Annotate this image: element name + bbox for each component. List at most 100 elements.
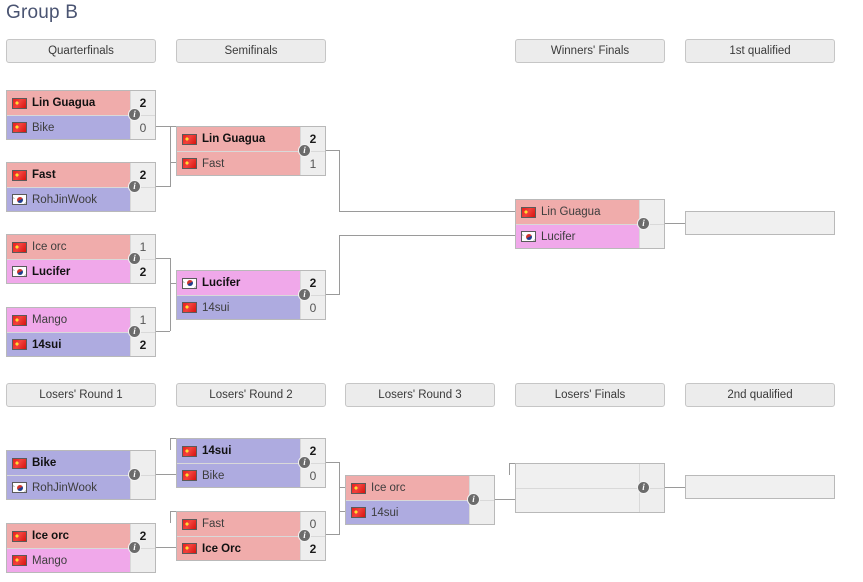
team-name: Bike bbox=[202, 469, 225, 482]
team-name-cell: Bike bbox=[177, 464, 300, 487]
match-info-icon[interactable]: i bbox=[637, 481, 650, 494]
round-header-losers-round-1[interactable]: Losers' Round 1 bbox=[6, 383, 156, 407]
connector bbox=[665, 223, 685, 224]
slot-1st-qualified[interactable] bbox=[685, 211, 835, 235]
connector bbox=[339, 235, 340, 295]
team-name: Lucifer bbox=[32, 265, 71, 278]
match-row-top[interactable] bbox=[686, 212, 834, 234]
match-info-icon[interactable]: i bbox=[298, 456, 311, 469]
flag-cn-icon bbox=[182, 158, 197, 169]
bracket-page: Group B Quarterfinals Semifinals Winners… bbox=[0, 0, 863, 582]
team-name-cell: Lucifer bbox=[177, 271, 300, 295]
round-header-losers-finals[interactable]: Losers' Finals bbox=[515, 383, 665, 407]
flag-cn-icon bbox=[12, 530, 27, 542]
team-name-cell: Fast bbox=[177, 152, 300, 175]
flag-cn-icon bbox=[521, 206, 536, 218]
connector bbox=[156, 258, 170, 259]
connector bbox=[156, 547, 176, 548]
match-info-icon[interactable]: i bbox=[298, 529, 311, 542]
round-header-label: Losers' Round 3 bbox=[378, 389, 462, 401]
flag-cn-icon bbox=[12, 457, 27, 469]
flag-kr-icon bbox=[182, 277, 197, 289]
team-name: Ice orc bbox=[32, 530, 70, 542]
team-name-cell: Lucifer bbox=[7, 260, 130, 283]
round-header-label: 1st qualified bbox=[729, 45, 791, 57]
team-name-cell bbox=[686, 212, 834, 234]
team-name-cell: 14sui bbox=[177, 296, 300, 319]
flag-cn-icon bbox=[12, 241, 27, 253]
team-name: Fast bbox=[202, 157, 225, 170]
match-row-top[interactable] bbox=[686, 476, 834, 498]
team-name: Bike bbox=[32, 121, 55, 134]
round-header-losers-round-3[interactable]: Losers' Round 3 bbox=[345, 383, 495, 407]
flag-kr-icon bbox=[12, 194, 27, 205]
team-name-cell: 14sui bbox=[177, 439, 300, 463]
flag-kr-icon bbox=[12, 266, 27, 277]
team-name-cell: Fast bbox=[177, 512, 300, 536]
connector bbox=[339, 487, 340, 534]
slot-2nd-qualified[interactable] bbox=[685, 475, 835, 499]
team-name: 14sui bbox=[202, 445, 232, 457]
match-info-icon[interactable]: i bbox=[128, 541, 141, 554]
match-info-icon[interactable]: i bbox=[128, 325, 141, 338]
team-name: RohJinWook bbox=[32, 193, 97, 206]
connector bbox=[339, 211, 515, 212]
flag-cn-icon bbox=[182, 133, 197, 145]
team-name: 14sui bbox=[202, 301, 230, 314]
round-header-semifinals[interactable]: Semifinals bbox=[176, 39, 326, 63]
round-header-label: Semifinals bbox=[224, 45, 278, 57]
team-name: Lucifer bbox=[541, 230, 576, 243]
flag-cn-icon bbox=[351, 482, 366, 494]
team-name: Ice orc bbox=[32, 241, 67, 253]
team-name: Fast bbox=[32, 169, 56, 181]
flag-cn-icon bbox=[182, 302, 197, 313]
match-info-icon[interactable]: i bbox=[128, 468, 141, 481]
flag-kr-icon bbox=[521, 231, 536, 242]
round-header-label: Losers' Finals bbox=[554, 389, 626, 401]
flag-kr-icon bbox=[12, 482, 27, 493]
connector bbox=[170, 438, 171, 450]
match-info-icon[interactable]: i bbox=[128, 180, 141, 193]
team-name: Lucifer bbox=[202, 277, 241, 289]
match-info-icon[interactable]: i bbox=[467, 493, 480, 506]
flag-cn-icon bbox=[12, 122, 27, 133]
connector bbox=[156, 331, 170, 332]
team-name-cell: RohJinWook bbox=[7, 188, 130, 211]
round-header-label: Winners' Finals bbox=[550, 45, 630, 57]
flag-cn-icon bbox=[351, 507, 366, 518]
match-info-icon[interactable]: i bbox=[637, 217, 650, 230]
connector bbox=[156, 186, 170, 187]
connector bbox=[326, 294, 340, 295]
connector bbox=[326, 462, 340, 463]
connector bbox=[170, 511, 171, 523]
match-info-icon[interactable]: i bbox=[128, 252, 141, 265]
team-name-cell: RohJinWook bbox=[7, 476, 130, 499]
team-name-cell: Ice orc bbox=[7, 524, 130, 548]
round-header-1st-qualified[interactable]: 1st qualified bbox=[685, 39, 835, 63]
team-name-cell: Lin Guagua bbox=[7, 91, 130, 115]
round-header-2nd-qualified[interactable]: 2nd qualified bbox=[685, 383, 835, 407]
flag-cn-icon bbox=[12, 169, 27, 181]
connector bbox=[339, 150, 340, 211]
team-name: Mango bbox=[32, 314, 68, 326]
team-name: 14sui bbox=[32, 338, 62, 351]
flag-cn-icon bbox=[182, 470, 197, 481]
round-header-winners-finals[interactable]: Winners' Finals bbox=[515, 39, 665, 63]
flag-cn-icon bbox=[182, 518, 197, 530]
match-info-icon[interactable]: i bbox=[298, 144, 311, 157]
page-title: Group B bbox=[6, 2, 79, 23]
team-name-cell bbox=[686, 476, 834, 498]
match-info-icon[interactable]: i bbox=[128, 108, 141, 121]
connector bbox=[326, 534, 340, 535]
round-header-quarterfinals[interactable]: Quarterfinals bbox=[6, 39, 156, 63]
team-name-cell: Bike bbox=[7, 451, 130, 475]
round-header-losers-round-2[interactable]: Losers' Round 2 bbox=[176, 383, 326, 407]
team-name-cell: Mango bbox=[7, 549, 130, 572]
team-name-cell: Bike bbox=[7, 116, 130, 139]
match-info-icon[interactable]: i bbox=[298, 288, 311, 301]
connector bbox=[665, 487, 685, 488]
flag-cn-icon bbox=[182, 543, 197, 554]
round-header-label: Losers' Round 2 bbox=[209, 389, 293, 401]
team-name: Ice orc bbox=[371, 482, 406, 494]
team-name-cell: Lin Guagua bbox=[516, 200, 639, 224]
